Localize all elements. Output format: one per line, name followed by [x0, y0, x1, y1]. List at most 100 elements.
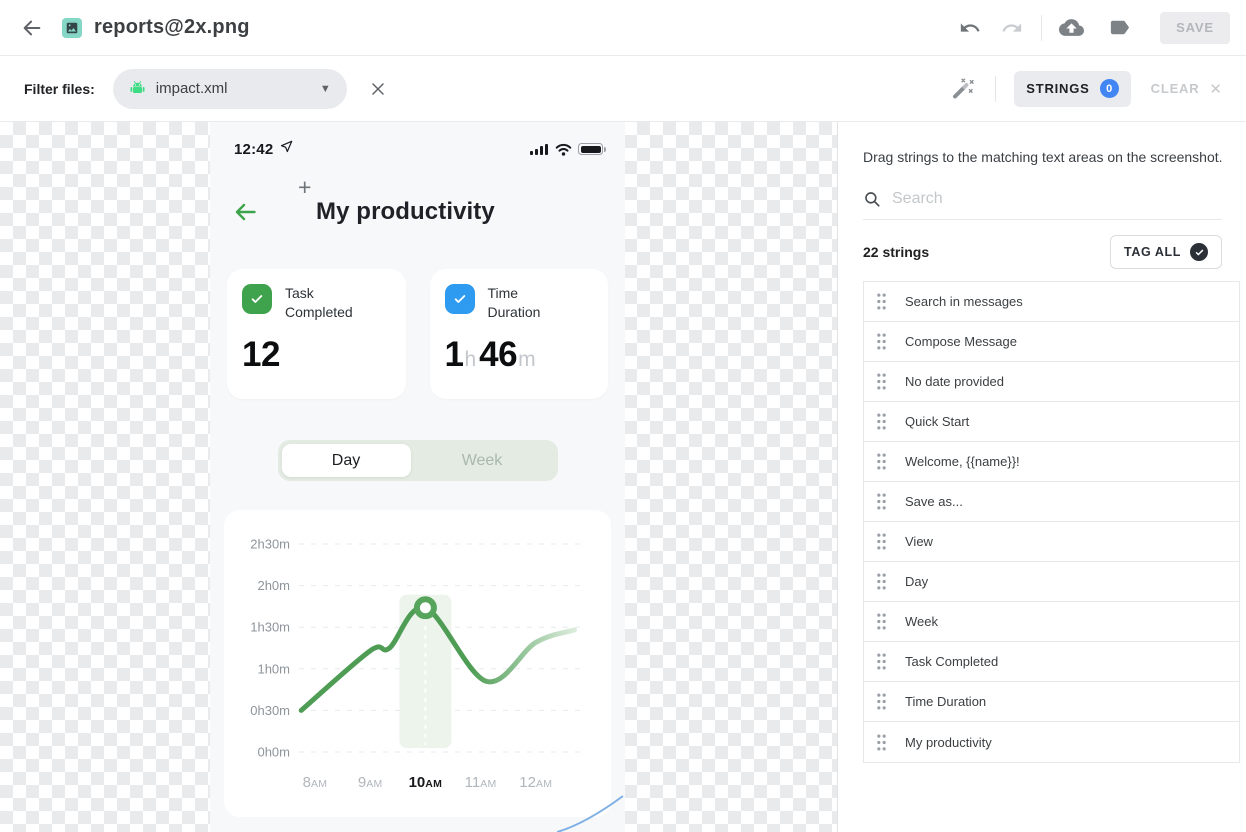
phone-back-arrow-icon: [232, 200, 259, 224]
svg-text:10AM: 10AM: [409, 774, 443, 791]
wifi-icon: [555, 143, 572, 156]
time-duration-card: Time Duration 1h46m: [430, 269, 609, 399]
svg-text:1h30m: 1h30m: [250, 620, 290, 635]
time-duration-label: Time Duration: [488, 284, 560, 322]
strings-panel: Drag strings to the matching text areas …: [837, 122, 1246, 832]
task-completed-card: Task Completed 12: [227, 269, 406, 399]
svg-text:8AM: 8AM: [303, 774, 328, 791]
drag-handle-icon[interactable]: [875, 373, 887, 390]
drag-handle-icon[interactable]: [875, 693, 887, 710]
string-row[interactable]: Search in messages: [864, 282, 1239, 322]
string-text: Welcome, {{name}}!: [905, 454, 1020, 469]
day-week-toggle: Day Week: [278, 440, 558, 481]
search-input[interactable]: [892, 190, 1222, 208]
upload-cloud-icon[interactable]: [1056, 13, 1086, 43]
search-icon: [863, 190, 881, 208]
panel-hint-text: Drag strings to the matching text areas …: [863, 149, 1246, 165]
string-row[interactable]: Welcome, {{name}}!: [864, 442, 1239, 482]
blue-check-icon: [445, 284, 475, 314]
android-icon: [129, 80, 146, 97]
clear-tags-button[interactable]: CLEAR ✕: [1151, 80, 1222, 98]
string-text: Time Duration: [905, 694, 986, 709]
tag-all-button[interactable]: TAG ALL: [1110, 235, 1222, 269]
decorative-blue-curve: [557, 794, 625, 832]
drag-handle-icon[interactable]: [875, 293, 887, 310]
strings-count-label: 22 strings: [863, 244, 929, 260]
check-circle-icon: [1190, 243, 1208, 261]
magic-wand-icon[interactable]: [947, 74, 977, 104]
string-row[interactable]: No date provided: [864, 362, 1239, 402]
drag-handle-icon[interactable]: [875, 333, 887, 350]
strings-count-badge: 0: [1100, 79, 1119, 98]
string-row[interactable]: Compose Message: [864, 322, 1239, 362]
battery-icon: [578, 143, 603, 155]
string-row[interactable]: Quick Start: [864, 402, 1239, 442]
chevron-down-icon: ▼: [320, 83, 331, 95]
string-text: Search in messages: [905, 294, 1023, 309]
signal-bars-icon: [528, 144, 548, 155]
file-filter-dropdown[interactable]: impact.xml ▼: [113, 69, 347, 109]
string-row[interactable]: Day: [864, 562, 1239, 602]
string-text: My productivity: [905, 735, 992, 750]
search-row: [863, 190, 1222, 220]
time-duration-value: 1h46m: [445, 335, 594, 375]
strings-toggle-button[interactable]: STRINGS 0: [1014, 71, 1130, 107]
drag-handle-icon[interactable]: [875, 573, 887, 590]
string-text: Task Completed: [905, 654, 998, 669]
svg-text:2h30m: 2h30m: [250, 537, 290, 552]
drag-handle-icon[interactable]: [875, 613, 887, 630]
svg-text:11AM: 11AM: [465, 774, 497, 791]
toolbar-divider: [1041, 15, 1042, 41]
back-icon[interactable]: [16, 12, 48, 44]
cursor-plus-mark: +: [298, 174, 311, 201]
string-row[interactable]: Time Duration: [864, 682, 1239, 722]
productivity-chart-card: 0h0m 0h30m 1h0m 1h30m 2h0m 2h30m 8AM 9AM 10AM 11A…: [224, 510, 611, 817]
selected-file-name: impact.xml: [156, 80, 228, 97]
top-bar: reports@2x.png SAVE: [0, 0, 1246, 56]
screenshot-canvas[interactable]: 12:42 + My productivity: [210, 122, 625, 832]
string-text: Week: [905, 614, 938, 629]
drag-handle-icon[interactable]: [875, 453, 887, 470]
svg-text:1h0m: 1h0m: [257, 661, 290, 676]
task-completed-value: 12: [242, 335, 391, 375]
location-arrow-icon: [280, 140, 293, 158]
undo-icon[interactable]: [955, 13, 985, 43]
phone-status-bar: 12:42: [210, 122, 625, 158]
phone-screen-title: My productivity: [316, 198, 495, 226]
redo-icon[interactable]: [997, 13, 1027, 43]
drag-handle-icon[interactable]: [875, 653, 887, 670]
filter-divider: [995, 76, 996, 102]
svg-text:12AM: 12AM: [519, 774, 552, 791]
string-text: Save as...: [905, 494, 963, 509]
canvas-area: 12:42 + My productivity: [0, 122, 1246, 832]
svg-text:0h30m: 0h30m: [250, 703, 290, 718]
string-text: Day: [905, 574, 928, 589]
svg-text:9AM: 9AM: [358, 774, 383, 791]
tag-icon[interactable]: [1104, 13, 1134, 43]
string-row[interactable]: Save as...: [864, 482, 1239, 522]
string-row[interactable]: Week: [864, 602, 1239, 642]
filter-files-label: Filter files:: [24, 81, 95, 97]
string-row[interactable]: My productivity: [864, 722, 1239, 762]
string-text: Compose Message: [905, 334, 1017, 349]
clear-x-icon: ✕: [1209, 80, 1222, 98]
drag-handle-icon[interactable]: [875, 493, 887, 510]
save-button[interactable]: SAVE: [1160, 12, 1230, 44]
status-time: 12:42: [234, 141, 273, 158]
svg-text:2h0m: 2h0m: [257, 578, 290, 593]
drag-handle-icon[interactable]: [875, 533, 887, 550]
green-check-icon: [242, 284, 272, 314]
toggle-week-segment: Week: [411, 452, 554, 470]
filter-bar: Filter files: impact.xml ▼ STRINGS 0 CLE…: [0, 56, 1246, 122]
productivity-line-chart: 0h0m 0h30m 1h0m 1h30m 2h0m 2h30m 8AM 9AM 10AM 11A…: [224, 510, 611, 822]
toggle-day-segment: Day: [282, 444, 411, 477]
drag-handle-icon[interactable]: [875, 734, 887, 751]
string-text: View: [905, 534, 933, 549]
svg-text:0h0m: 0h0m: [257, 745, 290, 760]
drag-handle-icon[interactable]: [875, 413, 887, 430]
string-row[interactable]: Task Completed: [864, 642, 1239, 682]
clear-file-filter-icon[interactable]: [363, 74, 393, 104]
string-list: Search in messages Compose Message No da…: [863, 281, 1240, 763]
page-title: reports@2x.png: [94, 16, 955, 39]
string-row[interactable]: View: [864, 522, 1239, 562]
